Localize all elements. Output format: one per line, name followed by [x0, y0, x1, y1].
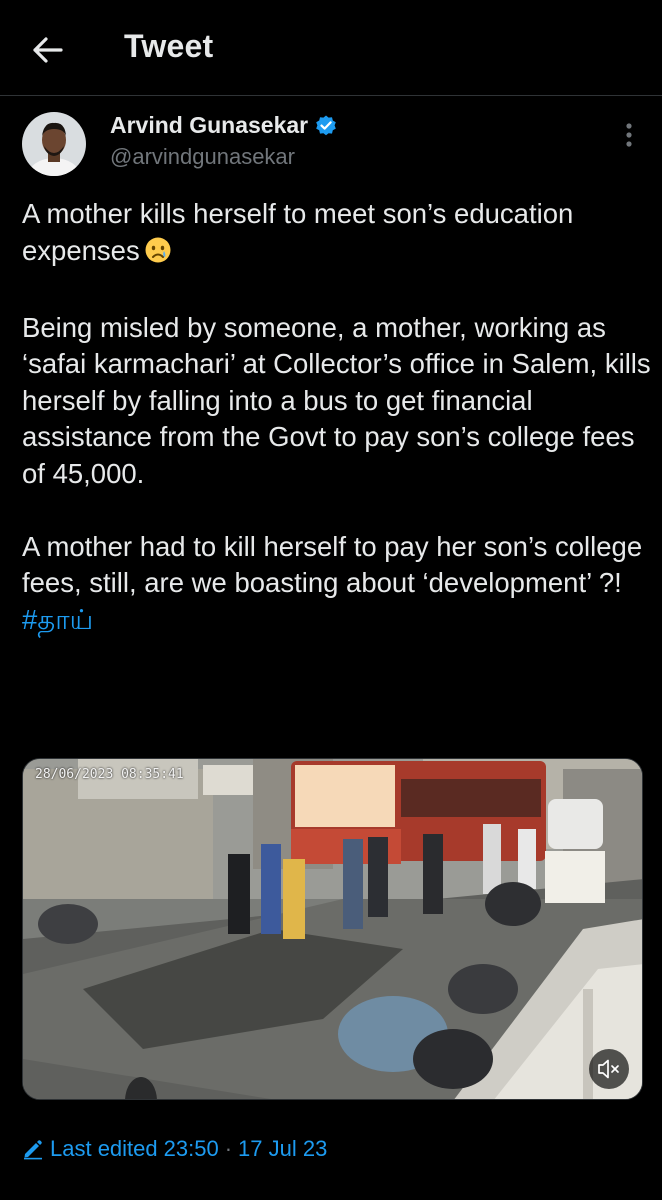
author-name-row[interactable]: Arvind Gunasekar: [110, 112, 338, 139]
edited-date: 17 Jul 23: [238, 1136, 328, 1161]
edited-time: 23:50: [163, 1136, 219, 1161]
tweet-paragraph: A mother kills herself to meet son’s edu…: [22, 196, 652, 273]
separator: ·: [224, 1136, 233, 1161]
hashtag-link[interactable]: #தாய்: [22, 602, 652, 639]
tweet-paragraph: A mother had to kill herself to pay her …: [22, 530, 643, 599]
more-vertical-icon: [626, 123, 632, 147]
back-button[interactable]: [28, 30, 68, 70]
cctv-video-frame: [23, 759, 642, 1099]
page-title: Tweet: [124, 28, 214, 64]
edit-history-link[interactable]: Last edited 23:50 · 17 Jul 23: [22, 1136, 327, 1162]
crying-face-emoji: [144, 236, 172, 274]
video-player[interactable]: 28/06/2023 08:35:41: [22, 758, 643, 1100]
more-options-button[interactable]: [612, 118, 646, 152]
top-bar: Tweet: [0, 0, 662, 96]
verified-badge-icon: [316, 115, 336, 135]
author-handle[interactable]: @arvindgunasekar: [110, 144, 295, 170]
author-name[interactable]: Arvind Gunasekar: [110, 112, 308, 139]
speaker-muted-icon: [598, 1059, 619, 1079]
avatar[interactable]: [22, 112, 86, 176]
cctv-timestamp: 28/06/2023 08:35:41: [35, 767, 184, 782]
tweet-text: A mother kills herself to meet son’s edu…: [22, 196, 652, 638]
tweet-paragraph: Being misled by someone, a mother, worki…: [22, 311, 651, 489]
arrow-left-icon: [33, 37, 63, 63]
edited-label: Last edited: [50, 1136, 158, 1161]
pencil-icon: [24, 1140, 42, 1160]
tweet-paragraph-text: A mother kills herself to meet son’s edu…: [22, 198, 574, 266]
mute-button[interactable]: [589, 1049, 629, 1089]
